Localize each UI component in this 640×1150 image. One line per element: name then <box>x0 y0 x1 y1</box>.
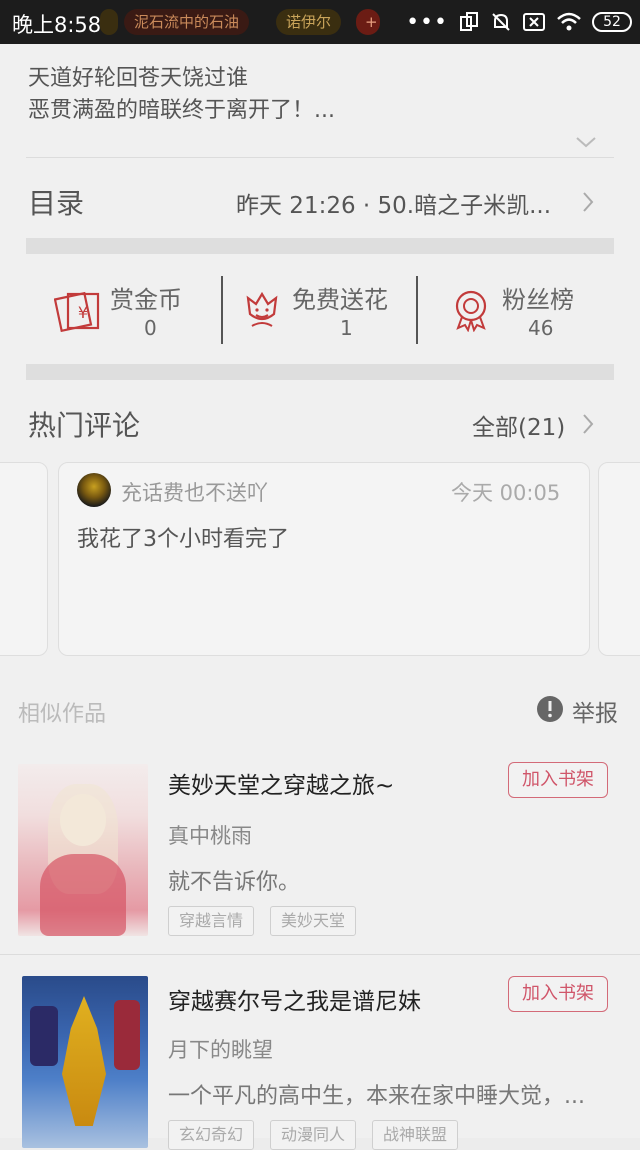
expand-chevron-icon[interactable] <box>574 134 598 150</box>
stat-reward-value: 0 <box>144 316 157 340</box>
book-item[interactable]: 穿越赛尔号之我是谱尼妹 加入书架 月下的眺望 一个平凡的高中生，本来在家中睡大觉… <box>0 962 640 1150</box>
reward-coin-icon: ¥ <box>54 291 100 332</box>
book-title: 美妙天堂之穿越之旅~ <box>168 773 395 799</box>
add-to-shelf-button[interactable]: 加入书架 <box>508 762 608 798</box>
stat-reward-label: 赏金币 <box>110 286 182 314</box>
status-chip-1: 泥石流中的石油 <box>124 9 250 35</box>
catalog-latest: 昨天 21:26 · 50.暗之子米凯... <box>236 193 552 219</box>
report-label: 举报 <box>572 701 618 727</box>
status-chip-2: 诺伊尔 <box>276 9 342 35</box>
book-author: 真中桃雨 <box>168 824 252 848</box>
book-tag[interactable]: 战神联盟 <box>372 1120 459 1150</box>
rotate-lock-icon <box>460 12 478 31</box>
add-to-shelf-button[interactable]: 加入书架 <box>508 976 608 1012</box>
cover-figure-left <box>30 1006 58 1066</box>
flower-icon <box>246 291 278 327</box>
comment-card[interactable]: 充话费也不送吖 今天 00:05 我花了3个小时看完了 <box>58 462 590 656</box>
book-cover <box>22 976 148 1148</box>
report-button[interactable]: 举报 <box>536 692 632 728</box>
stat-flower[interactable]: 免费送花 1 <box>230 270 416 350</box>
svg-text:¥: ¥ <box>78 303 88 322</box>
book-item[interactable]: 美妙天堂之穿越之旅~ 加入书架 真中桃雨 就不告诉你。 穿越言情 美妙天堂 <box>0 748 640 952</box>
stat-separator <box>221 276 223 344</box>
comment-card-prev[interactable] <box>0 462 48 656</box>
status-chip-dot <box>100 9 118 35</box>
status-chip-add: + <box>356 9 380 35</box>
comment-user: 充话费也不送吖 <box>121 481 268 505</box>
comment-card-next[interactable] <box>598 462 640 656</box>
wifi-icon <box>557 12 581 31</box>
cover-figure-right <box>114 1000 140 1070</box>
section-band <box>26 364 614 380</box>
warning-icon <box>537 696 563 722</box>
battery-level: 52 <box>603 14 621 30</box>
all-comments-link[interactable]: 全部(21) <box>470 404 600 444</box>
stat-separator <box>416 276 418 344</box>
medal-icon <box>455 290 487 332</box>
book-tag[interactable]: 动漫同人 <box>270 1120 357 1150</box>
battery-icon: 52 <box>592 12 632 32</box>
book-tag[interactable]: 玄幻奇幻 <box>168 1120 255 1150</box>
all-comments-label: 全部(21) <box>472 415 566 441</box>
similar-title: 相似作品 <box>18 702 107 727</box>
stat-fans[interactable]: 粉丝榜 46 <box>420 270 610 350</box>
book-cover <box>18 764 148 936</box>
stat-reward[interactable]: ¥ 赏金币 0 <box>40 270 220 350</box>
stat-flower-value: 1 <box>340 316 353 340</box>
more-dots-icon: ••• <box>406 9 448 35</box>
book-author: 月下的眺望 <box>168 1038 273 1062</box>
status-time: 晚上8:58 <box>12 13 102 37</box>
stat-fans-value: 46 <box>528 316 554 340</box>
mute-bell-icon <box>492 13 510 31</box>
sim-off-icon <box>523 13 545 31</box>
comment-time: 今天 00:05 <box>451 481 561 505</box>
divider <box>0 954 640 955</box>
chevron-right-icon <box>583 414 594 434</box>
book-tag[interactable]: 美妙天堂 <box>270 906 357 936</box>
catalog-label: 目录 <box>28 187 85 220</box>
section-band <box>26 238 614 254</box>
cover-hero <box>62 996 106 1126</box>
stat-fans-label: 粉丝榜 <box>502 286 574 314</box>
stat-flower-label: 免费送花 <box>292 286 388 314</box>
chevron-right-icon <box>583 192 594 212</box>
book-title: 穿越赛尔号之我是谱尼妹 <box>168 989 421 1015</box>
book-desc: 一个平凡的高中生，本来在家中睡大觉，... <box>168 1084 585 1109</box>
status-icons: ••• 52 <box>406 8 632 36</box>
catalog-row[interactable]: 目录 昨天 21:26 · 50.暗之子米凯... <box>0 158 640 238</box>
avatar <box>77 473 111 507</box>
cover-dress <box>40 854 126 936</box>
comment-text: 我花了3个小时看完了 <box>77 527 289 552</box>
book-tag[interactable]: 穿越言情 <box>168 906 255 936</box>
book-desc: 就不告诉你。 <box>168 870 301 895</box>
intro-line-2: 恶贯满盈的暗联终于离开了！... <box>28 98 335 123</box>
hot-comments-title: 热门评论 <box>28 409 141 442</box>
status-bar: 晚上8:58 泥石流中的石油 诺伊尔 + ••• 52 <box>0 0 640 44</box>
intro-line-1: 天道好轮回苍天饶过谁 <box>28 66 249 91</box>
